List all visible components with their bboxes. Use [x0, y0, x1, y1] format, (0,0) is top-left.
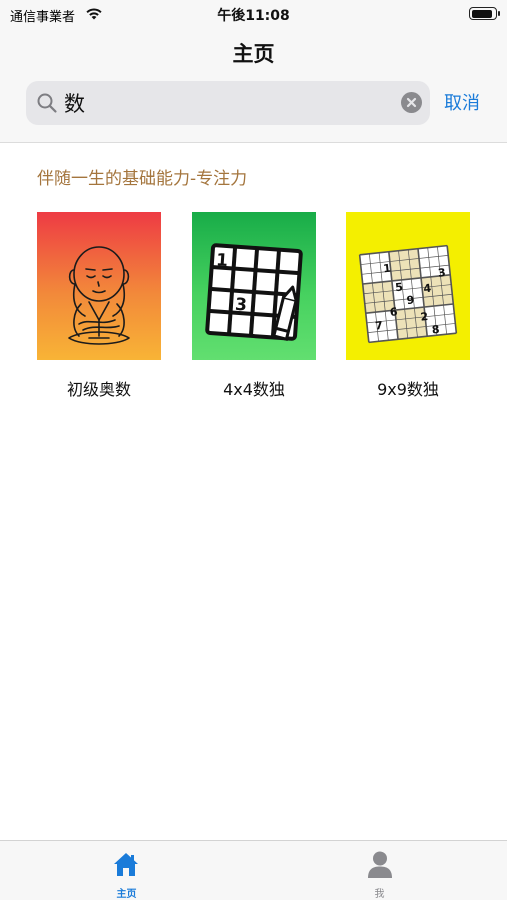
sudoku-4x4-digit: 1 [215, 250, 228, 271]
result-card-sudoku-4x4[interactable]: 1 3 4x4数独 [192, 212, 316, 399]
tab-home[interactable]: 主页 [0, 841, 253, 900]
home-icon [114, 853, 138, 876]
search-icon [37, 93, 57, 113]
sudoku-9x9-digit: 8 [431, 323, 440, 337]
sudoku-9x9-icon: 1 3 5 4 9 6 2 7 8 [358, 244, 458, 344]
status-bar: 通信事業者 午後11:08 [0, 0, 507, 28]
nav-header: 主页 取消 [0, 28, 507, 143]
battery-level-fill [471, 9, 493, 18]
result-label[interactable]: 9x9数独 [346, 376, 470, 400]
result-thumbnail[interactable]: 1 3 [192, 212, 316, 360]
status-time: 午後11:08 [217, 8, 290, 24]
result-card-sudoku-9x9[interactable]: 1 3 5 4 9 6 2 7 8 9x9数独 [346, 212, 470, 399]
result-thumbnail[interactable]: 1 3 5 4 9 6 2 7 8 [346, 212, 470, 360]
battery-icon [469, 7, 500, 20]
sudoku-9x9-digit: 2 [420, 310, 429, 324]
tab-bar: 主页 我 [0, 840, 507, 900]
sudoku-9x9-digit: 7 [374, 319, 383, 333]
result-card-math[interactable]: 初级奥数 [37, 212, 161, 399]
sudoku-4x4-digit: 3 [234, 295, 247, 316]
tab-me[interactable]: 我 [253, 841, 506, 900]
search-input[interactable] [64, 87, 384, 119]
tab-label: 我 [374, 889, 385, 900]
results-grid: 初级奥数 1 3 4x4数独 1 3 5 4 9 6 2 7 8 9x9数独 [0, 212, 507, 402]
clear-search-icon[interactable] [401, 92, 422, 113]
sudoku-9x9-box [388, 248, 422, 281]
section-heading: 伴随一生的基础能力-专注力 [37, 169, 248, 189]
sudoku-9x9-digit: 9 [406, 293, 415, 307]
tab-label: 主页 [116, 889, 137, 900]
sudoku-9x9-digit: 5 [395, 281, 404, 295]
result-label[interactable]: 初级奥数 [37, 376, 161, 400]
person-icon [368, 851, 392, 878]
meditating-monk-icon [68, 246, 130, 345]
page-title: 主页 [232, 42, 275, 66]
sudoku-9x9-digit: 1 [383, 262, 392, 276]
sudoku-9x9-box [424, 303, 457, 337]
result-label[interactable]: 4x4数独 [192, 376, 316, 400]
result-thumbnail[interactable] [37, 212, 161, 360]
cancel-button[interactable]: 取消 [444, 89, 480, 115]
sudoku-4x4-icon: 1 3 [205, 243, 303, 341]
sudoku-9x9-digit: 3 [437, 266, 446, 280]
search-bar[interactable] [26, 81, 430, 125]
